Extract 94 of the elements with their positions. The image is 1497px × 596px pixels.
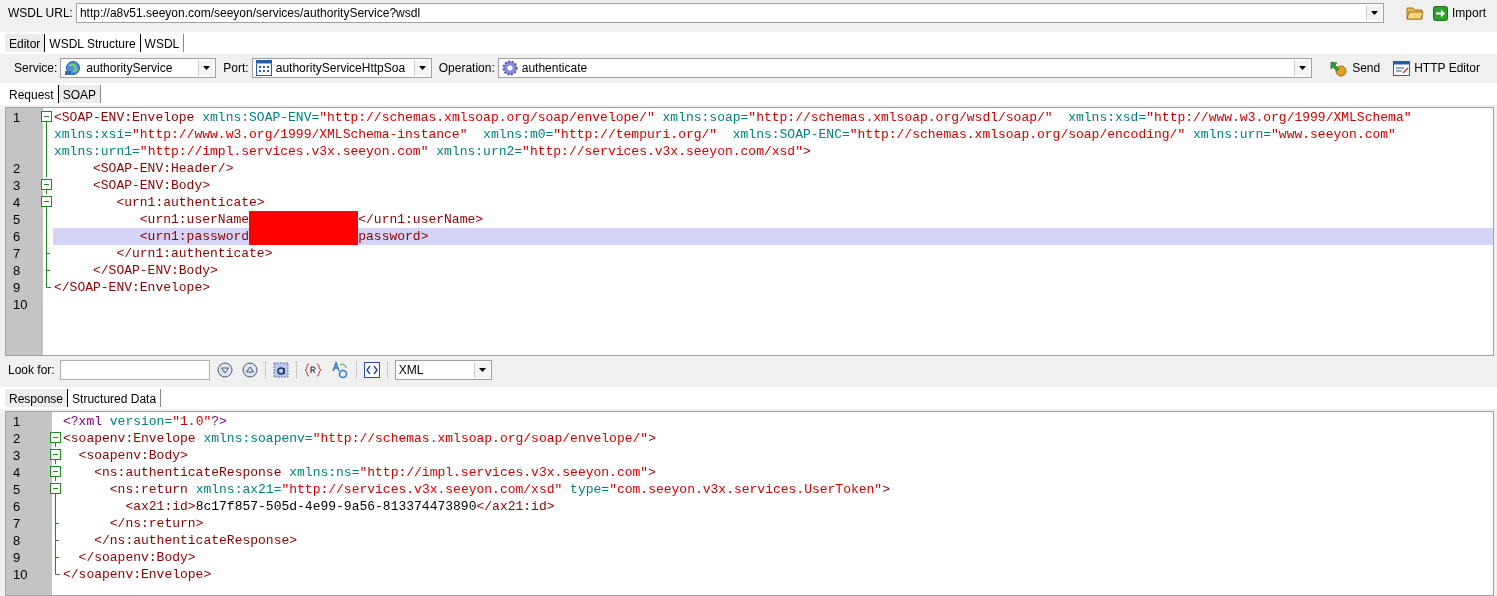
url-field[interactable]: http://a8v51.seeyon.com/seeyon/services/authorityService?wsdl [75,3,1384,24]
look-for-label: Look for: [8,362,55,377]
find-previous-button[interactable] [239,360,260,379]
dropdown-button[interactable] [1366,5,1382,22]
import-button[interactable]: Import [1430,4,1489,22]
gear-icon [501,60,518,77]
find-next-button[interactable] [214,360,235,379]
window-icon [1393,60,1411,76]
highlight-button[interactable] [270,360,291,379]
code-text: </soapenv:Body> [77,549,196,565]
code-text: password> [358,228,429,244]
tab[interactable]: Editor [5,34,46,52]
caret-icon [203,66,211,71]
line-number: 3 [13,447,21,463]
line-number: 1 [13,413,21,429]
collapse-toggle-icon[interactable] [40,176,52,194]
line-number: 2 [13,430,21,446]
collapse-toggle-icon[interactable] [40,108,52,160]
line-number: 1 [13,109,21,125]
tab[interactable]: WSDL Structure [45,34,141,52]
grid-icon [255,60,272,77]
code-text: <urn1:userName [138,211,250,227]
collapse-toggle-icon[interactable] [40,193,52,211]
tab[interactable]: Response [5,389,69,407]
tab[interactable]: Request [5,85,59,103]
code-text: xmlns:urn1="http://impl.services.v3x.seeyon.com" xmlns:urn2="http://services.v3x.seeyon.com/xsd"> [54,143,811,159]
code-text: </soapenv:Envelope> [63,566,212,582]
case-icon [330,360,349,379]
code-text: </ns:return> [108,515,204,531]
code-text: <SOAP-ENV:Body> [92,177,211,193]
code-text: </urn1:userName> [358,211,484,227]
line-number: 10 [13,566,28,582]
collapse-toggle-icon[interactable] [49,446,61,464]
tab[interactable]: Structured Data [68,389,162,407]
code-text: <soapenv:Envelope xmlns:soapenv="http://schemas.xmlsoap.org/soap/envelope/"> [63,430,656,446]
tab[interactable]: WSDL [140,34,185,52]
service-label: Service: [14,61,58,76]
dropdown-button[interactable] [1294,60,1311,77]
line-number: 9 [13,549,21,565]
tab[interactable]: SOAP [58,85,102,103]
code-text: <ax21:id>8c17f857-505d-4e99-9a56-813374473890</ax21:id> [124,498,555,514]
code-text: <ns:authenticateResponse xmlns:ns="http://impl.services.v3x.seeyon.com"> [93,464,656,480]
line-number: 4 [13,464,21,480]
line-number: 3 [13,177,21,193]
code-text: <urn1:authenticate> [115,194,265,210]
line-number: 7 [13,245,21,261]
line-number: 5 [13,481,21,497]
send-icon [1330,59,1349,77]
code-text: xmlns:xsi="http://www.w3.org/1999/XMLSchema-instance" xmlns:m0="http://tempuri.org/" xmlns:SOAP-ENC="http://schemas.xmlsoap.org/soap/encoding/" xmlns:urn="www.seeyon.com" [54,126,1396,142]
line-number: 8 [13,262,21,278]
collapse-toggle-icon[interactable] [49,480,61,498]
http-editor-button[interactable]: HTTP Editor [1390,59,1483,77]
line-number: 5 [13,211,21,227]
globe-icon [64,60,83,77]
code-text: <SOAP-ENV:Envelope xmlns:SOAP-ENV="http://schemas.xmlsoap.org/soap/envelope/" xmlns:soap="http://schemas.xmlsoap.org/wsdl/soap/" xmlns:xsd="http://www.w3.org/1999/XMLSchema" [54,109,1412,125]
brackets-icon [363,361,380,378]
operation-dropdown[interactable]: authenticate [497,58,1313,79]
code-text: <SOAP-ENV:Header/> [92,160,234,176]
line-number: 6 [13,228,21,244]
url-label: WSDL URL: [8,6,73,21]
caret-icon [478,367,486,372]
line-number: 10 [13,296,28,312]
dropdown-button[interactable] [413,60,430,77]
syntax-dropdown[interactable]: XML [394,359,492,380]
braces-icon [303,361,322,378]
line-number: 7 [13,515,21,531]
operation-label: Operation: [438,61,495,76]
code-text: <?xml version="1.0"?> [63,413,227,429]
code-text: <soapenv:Body> [77,447,188,463]
code-text: </SOAP-ENV:Body> [92,262,218,278]
send-button[interactable]: Send [1327,58,1384,78]
service-dropdown[interactable]: authorityService [60,58,217,79]
code-text: <ns:return xmlns:ax21="http://services.v3x.seeyon.com/xsd" type="com.seeyon.v3x.services.UserToken"> [108,481,890,497]
line-number: 4 [13,194,21,210]
collapse-toggle-icon[interactable] [49,463,61,481]
caret-icon [1299,66,1307,71]
code-text: </SOAP-ENV:Envelope> [54,279,211,295]
collapse-toggle-icon[interactable] [49,429,61,447]
line-number: 8 [13,532,21,548]
search-field[interactable] [59,359,210,380]
caret-icon [1371,11,1378,16]
line-number: 9 [13,279,21,295]
line-number: 6 [13,498,21,514]
line-number: 2 [13,160,21,176]
code-text: </urn1:authenticate> [115,245,273,261]
code-text: <urn1:password [138,228,250,244]
dropdown-button[interactable] [198,60,215,77]
port-dropdown[interactable]: authorityServiceHttpSoa [251,58,432,79]
port-label: Port: [223,61,249,76]
caret-icon [418,66,426,71]
code-text: </ns:authenticateResponse> [93,532,298,548]
highlight-icon [272,361,289,378]
dropdown-button[interactable] [473,361,490,378]
whole-word-button[interactable] [361,360,382,379]
